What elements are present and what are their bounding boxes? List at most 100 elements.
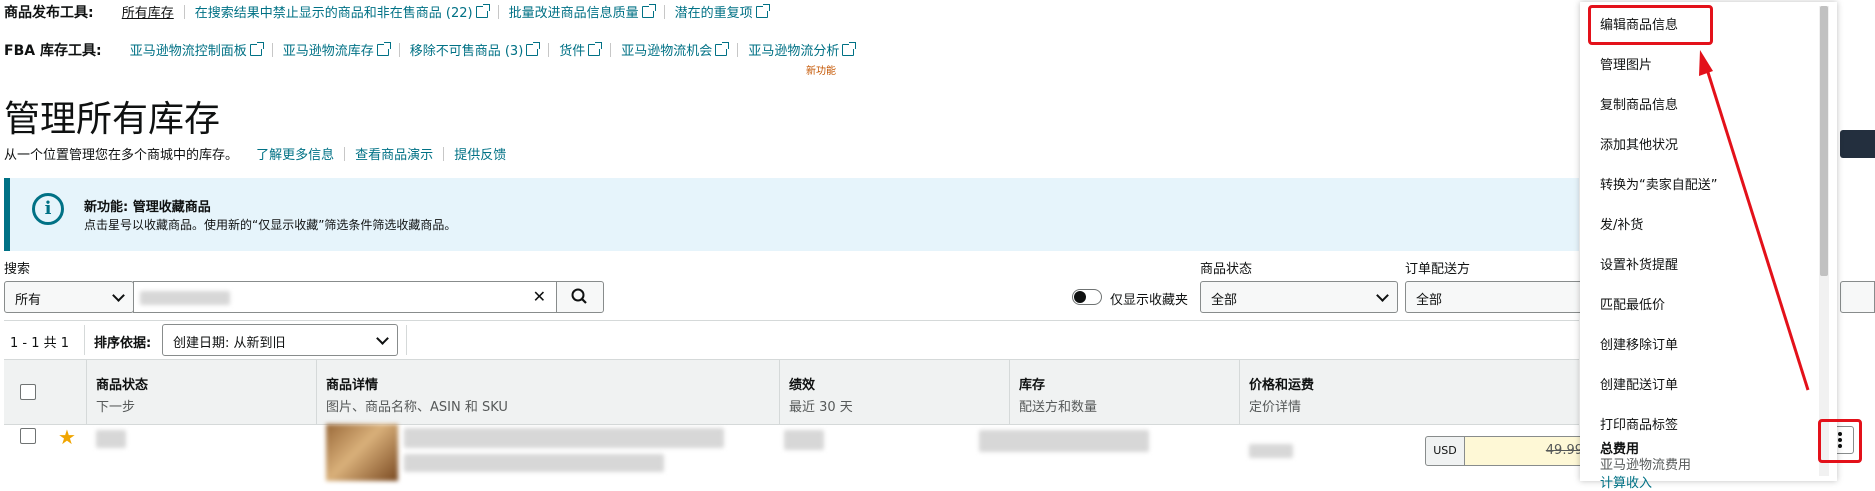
product-image[interactable] (326, 424, 398, 481)
separator (610, 43, 612, 57)
table-header: 商品状态 下一步 商品详情 图片、商品名称、ASIN 和 SKU 绩效 最近 30 天… (4, 359, 1579, 425)
link-shipments[interactable]: 货件 (559, 44, 585, 59)
search-icon (571, 288, 587, 304)
column-inventory[interactable]: 库存 配送方和数量 (1019, 374, 1097, 415)
menu-item-create-removal-order[interactable]: 创建移除订单 (1600, 334, 1678, 353)
separator (548, 43, 550, 57)
fulfillment-filter-value: 全部 (1416, 293, 1443, 308)
divider (316, 360, 317, 424)
menu-item-print-labels[interactable]: 打印商品标签 (1600, 414, 1678, 433)
redacted-inventory (979, 430, 1149, 452)
separator (183, 5, 185, 19)
external-link-icon (641, 4, 656, 18)
divider (84, 325, 85, 355)
redacted-status (96, 430, 126, 448)
link-all-inventory[interactable]: 所有库存 (122, 6, 174, 21)
fulfillment-filter-label: 订单配送方 (1405, 262, 1471, 277)
page-subtitle: 从一个位置管理您在多个商城中的库存。 (4, 148, 239, 163)
chevron-down-icon (112, 289, 125, 302)
separator (737, 43, 739, 57)
clear-search-icon[interactable]: ✕ (533, 287, 546, 306)
link-suppressed-listings[interactable]: 在搜索结果中禁止显示的商品和非在售商品 (22) (195, 6, 473, 21)
redacted-price-detail (1249, 444, 1293, 458)
result-count: 1 - 1 共 1 (10, 336, 70, 351)
link-fba-dashboard[interactable]: 亚马逊物流控制面板 (130, 44, 247, 59)
banner-heading: 新功能: 管理收藏商品 (84, 200, 211, 215)
separator (271, 43, 273, 57)
search-scope-select[interactable]: 所有 (4, 281, 134, 313)
divider (1009, 360, 1010, 424)
search-input[interactable]: ✕ (133, 281, 557, 313)
column-performance[interactable]: 绩效 最近 30 天 (789, 374, 853, 415)
table-row: ★ USD 49.99 (4, 424, 1592, 481)
redacted-search-text (140, 291, 230, 305)
separator (344, 147, 346, 161)
select-all-checkbox[interactable] (20, 384, 36, 400)
chevron-down-icon (376, 332, 389, 345)
divider (1239, 360, 1240, 424)
column-status[interactable]: 商品状态 下一步 (96, 374, 148, 415)
menu-item-copy-listing[interactable]: 复制商品信息 (1600, 94, 1678, 113)
link-improve-listing-quality[interactable]: 批量改进商品信息质量 (509, 6, 639, 21)
new-feature-badge: 新功能 (806, 66, 836, 77)
menu-item-create-fulfillment-order[interactable]: 创建配送订单 (1600, 374, 1678, 393)
link-fba-analytics[interactable]: 亚马逊物流分析 (748, 44, 839, 59)
link-feedback[interactable]: 提供反馈 (454, 148, 506, 163)
calculate-revenue-link[interactable]: 计算收入 (1600, 472, 1652, 491)
highlight-more-actions (1818, 419, 1862, 463)
search-scope-value: 所有 (15, 293, 42, 308)
menu-scrollbar-thumb[interactable] (1820, 6, 1828, 276)
row-checkbox[interactable] (20, 428, 36, 444)
separator (398, 43, 400, 57)
separator (497, 5, 499, 19)
divider (779, 360, 780, 424)
status-filter-select[interactable]: 全部 (1200, 281, 1398, 313)
redacted-product-name (404, 428, 724, 448)
info-banner: i 新功能: 管理收藏商品 点击星号以收藏商品。使用新的“仅显示收藏”筛选条件筛… (4, 178, 1579, 251)
fba-tools-label: FBA 库存工具: (4, 43, 102, 59)
search-label: 搜索 (4, 262, 31, 277)
link-product-demo[interactable]: 查看商品演示 (355, 148, 433, 163)
external-link-icon (249, 42, 264, 56)
search-button[interactable] (556, 281, 604, 313)
column-price[interactable]: 价格和运费 定价详情 (1249, 374, 1314, 415)
link-fba-opportunities[interactable]: 亚马逊物流机会 (621, 44, 712, 59)
partially-hidden-control[interactable] (1840, 281, 1875, 313)
status-filter-label: 商品状态 (1200, 262, 1253, 277)
separator (663, 5, 665, 19)
favorites-toggle-label: 仅显示收藏夹 (1110, 293, 1189, 308)
menu-scrollbar[interactable] (1819, 6, 1829, 476)
favorite-star-icon[interactable]: ★ (58, 425, 76, 449)
fulfillment-filter-select[interactable]: 全部 (1405, 281, 1605, 313)
menu-item-add-condition[interactable]: 添加其他状况 (1600, 134, 1678, 153)
external-link-icon (715, 42, 730, 56)
link-potential-duplicates[interactable]: 潜在的重复项 (675, 6, 753, 21)
menu-item-restock-alert[interactable]: 设置补货提醒 (1600, 254, 1678, 273)
sort-select[interactable]: 创建日期: 从新到旧 (162, 324, 398, 356)
column-details[interactable]: 商品详情 图片、商品名称、ASIN 和 SKU (326, 374, 508, 415)
menu-item-convert-to-mfn[interactable]: 转换为“卖家自配送” (1600, 174, 1717, 193)
page-title: 管理所有库存 (4, 99, 221, 140)
banner-body: 点击星号以收藏商品。使用新的“仅显示收藏”筛选条件筛选收藏商品。 (84, 218, 457, 232)
link-fba-inventory[interactable]: 亚马逊物流库存 (283, 44, 374, 59)
currency-label: USD (1425, 436, 1465, 466)
link-remove-unfulfillable[interactable]: 移除不可售商品 (3) (410, 44, 524, 59)
sort-label: 排序依据: (94, 336, 152, 351)
external-link-icon (526, 42, 541, 56)
listing-tools-row: 商品发布工具: 所有库存 在搜索结果中禁止显示的商品和非在售商品 (22) 批量改进… (4, 2, 770, 22)
results-bar: 1 - 1 共 1 排序依据: 创建日期: 从新到旧 (4, 320, 1579, 359)
actions-dropdown-menu: 编辑商品信息 管理图片 复制商品信息 添加其他状况 转换为“卖家自配送” 发/补… (1580, 2, 1837, 491)
external-link-icon (755, 4, 770, 18)
external-link-icon (588, 42, 603, 56)
link-learn-more[interactable]: 了解更多信息 (256, 148, 334, 163)
price-input[interactable]: 49.99 (1464, 436, 1592, 466)
page-subtitle-row: 从一个位置管理您在多个商城中的库存。 了解更多信息 查看商品演示 提供反馈 (4, 144, 506, 163)
menu-item-manage-images[interactable]: 管理图片 (1600, 54, 1652, 73)
divider (86, 360, 87, 424)
redacted-performance (784, 430, 824, 450)
menu-fee-type: 亚马逊物流费用 (1600, 458, 1692, 473)
favorites-toggle[interactable] (1072, 289, 1102, 305)
menu-item-send-replenish[interactable]: 发/补货 (1600, 214, 1643, 233)
partially-hidden-button[interactable] (1840, 130, 1875, 158)
menu-item-match-low-price[interactable]: 匹配最低价 (1600, 294, 1665, 313)
